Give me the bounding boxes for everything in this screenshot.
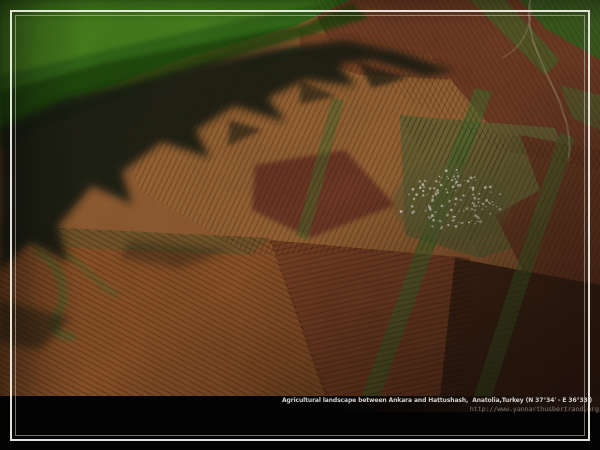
caption-url: http://www.yannarthusbertrand.org (282, 406, 599, 413)
wallpaper-image: Agricultural landscape between Ankara an… (0, 0, 600, 450)
caption-title: Agricultural landscape between Ankara an… (282, 398, 592, 405)
photo-grain (0, 0, 600, 396)
caption: Agricultural landscape between Ankara an… (282, 398, 592, 413)
aerial-photo-illustration (0, 0, 600, 396)
